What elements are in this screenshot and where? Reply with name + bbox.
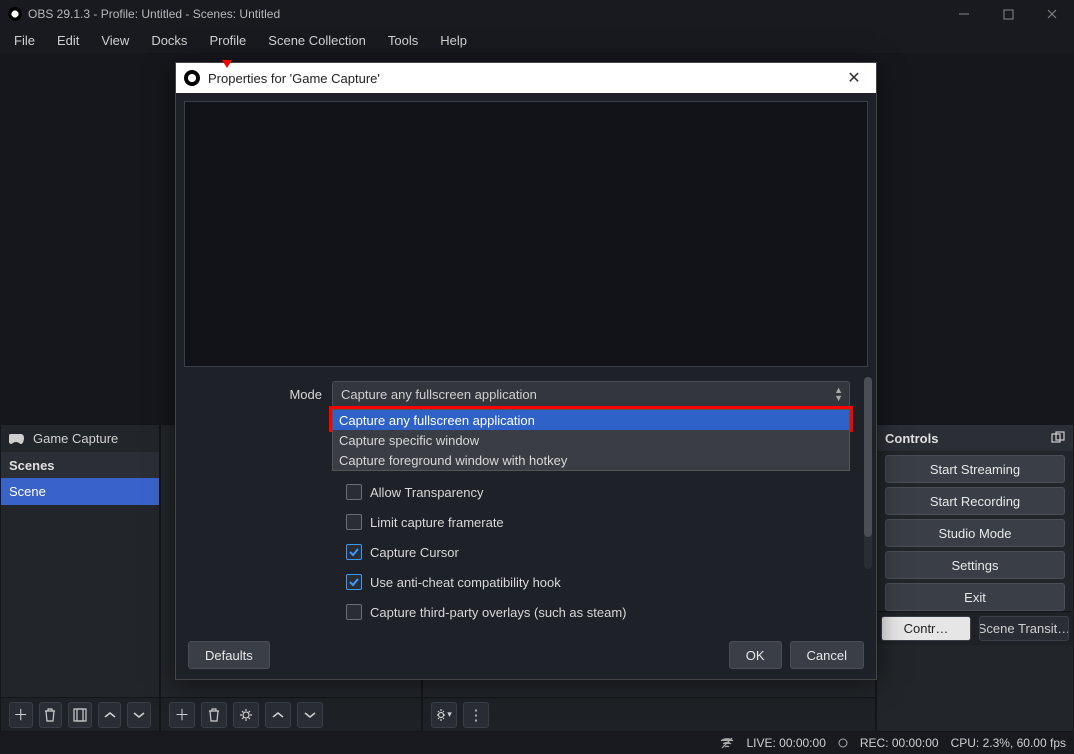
dialog-preview [184,101,868,367]
mixer-toolbar: ▾ ⋮ [423,697,875,731]
scenes-panel: Game Capture Scenes Scene ＋ [0,424,160,732]
mode-dropdown: Capture any fullscreen application Captu… [332,409,850,471]
studio-mode-button[interactable]: Studio Mode [885,519,1065,547]
scenes-list: Scene [1,478,159,697]
tab-scene-transitions[interactable]: Scene Transit… [979,616,1069,641]
source-move-up-button[interactable] [265,702,291,728]
dialog-scrollbar[interactable] [864,377,872,569]
source-item-label: Game Capture [33,431,118,446]
window-close-button[interactable] [1030,0,1074,28]
menu-file[interactable]: File [4,30,45,51]
status-live: LIVE: 00:00:00 [746,736,825,750]
limit-framerate-row[interactable]: Limit capture framerate [190,507,850,537]
settings-button[interactable]: Settings [885,551,1065,579]
checkbox-icon [346,484,362,500]
start-recording-button[interactable]: Start Recording [885,487,1065,515]
menu-scene-collection[interactable]: Scene Collection [258,30,376,51]
source-item-game-capture[interactable]: Game Capture [1,425,159,452]
controls-panel: Controls Start Streaming Start Recording… [876,424,1074,732]
dialog-body: Mode Capture any fullscreen application … [176,375,876,631]
annotation-arrow-icon [222,56,232,66]
dialog-titlebar[interactable]: Properties for 'Game Capture' ✕ [176,63,876,93]
source-move-down-button[interactable] [297,702,323,728]
mode-select[interactable]: Capture any fullscreen application ▲▼ [332,381,850,407]
mode-row: Mode Capture any fullscreen application … [190,379,850,409]
scenes-header: Scenes [1,452,159,478]
source-remove-button[interactable] [201,702,227,728]
source-add-button[interactable]: ＋ [169,702,195,728]
mixer-menu-button[interactable]: ⋮ [463,702,489,728]
mode-label: Mode [190,387,332,402]
checkbox-icon [346,514,362,530]
menu-docks[interactable]: Docks [141,30,197,51]
mode-option-window[interactable]: Capture specific window [333,430,849,450]
mode-option-hotkey[interactable]: Capture foreground window with hotkey [333,450,849,470]
menu-tools[interactable]: Tools [378,30,428,51]
window-title: OBS 29.1.3 - Profile: Untitled - Scenes:… [28,7,280,21]
menu-edit[interactable]: Edit [47,30,89,51]
controls-popout-icon[interactable] [1051,431,1065,446]
scene-remove-button[interactable] [39,702,63,728]
checkbox-checked-icon [346,544,362,560]
sources-toolbar: ＋ [161,697,421,731]
third-party-overlays-label: Capture third-party overlays (such as st… [370,605,626,620]
scene-filter-button[interactable] [68,702,92,728]
source-properties-button[interactable] [233,702,259,728]
scene-item[interactable]: Scene [1,478,159,505]
window-titlebar: OBS 29.1.3 - Profile: Untitled - Scenes:… [0,0,1074,28]
dialog-footer: Defaults OK Cancel [176,631,876,679]
defaults-button[interactable]: Defaults [188,641,270,669]
window-minimize-button[interactable] [942,0,986,28]
tab-controls[interactable]: Contr… [881,616,971,641]
menu-help[interactable]: Help [430,30,477,51]
menu-profile[interactable]: Profile [199,30,256,51]
capture-cursor-row[interactable]: Capture Cursor [190,537,850,567]
properties-dialog: Properties for 'Game Capture' ✕ Mode Cap… [175,62,877,680]
status-bar: LIVE: 00:00:00 REC: 00:00:00 CPU: 2.3%, … [0,732,1074,754]
scenes-toolbar: ＋ [1,697,159,731]
window-maximize-button[interactable] [986,0,1030,28]
dialog-title: Properties for 'Game Capture' [208,71,380,86]
menu-view[interactable]: View [91,30,139,51]
exit-button[interactable]: Exit [885,583,1065,611]
obs-logo-icon [8,7,22,21]
dialog-close-button[interactable]: ✕ [840,68,868,88]
cancel-button[interactable]: Cancel [790,641,864,669]
anti-cheat-row[interactable]: Use anti-cheat compatibility hook [190,567,850,597]
status-rec-icon [838,738,848,748]
mode-select-value: Capture any fullscreen application [341,387,537,402]
scrollbar-thumb[interactable] [864,377,872,537]
ok-button[interactable]: OK [729,641,782,669]
status-rec: REC: 00:00:00 [860,736,939,750]
checkbox-icon [346,604,362,620]
limit-framerate-label: Limit capture framerate [370,515,504,530]
third-party-overlays-row[interactable]: Capture third-party overlays (such as st… [190,597,850,627]
scene-move-up-button[interactable] [98,702,122,728]
status-network-icon [720,737,734,749]
scene-add-button[interactable]: ＋ [9,702,33,728]
bottom-tabs: Contr… Scene Transit… [877,611,1073,645]
scene-move-down-button[interactable] [127,702,151,728]
allow-transparency-row[interactable]: Allow Transparency [190,477,850,507]
select-updown-icon: ▲▼ [834,386,843,402]
main-menubar: File Edit View Docks Profile Scene Colle… [0,28,1074,54]
capture-cursor-label: Capture Cursor [370,545,459,560]
mixer-settings-button[interactable]: ▾ [431,702,457,728]
mode-option-fullscreen[interactable]: Capture any fullscreen application [333,410,849,430]
status-cpu: CPU: 2.3%, 60.00 fps [951,736,1066,750]
obs-logo-icon [184,70,200,86]
allow-transparency-label: Allow Transparency [370,485,483,500]
anti-cheat-label: Use anti-cheat compatibility hook [370,575,561,590]
checkbox-checked-icon [346,574,362,590]
controls-header: Controls [877,425,1073,451]
start-streaming-button[interactable]: Start Streaming [885,455,1065,483]
